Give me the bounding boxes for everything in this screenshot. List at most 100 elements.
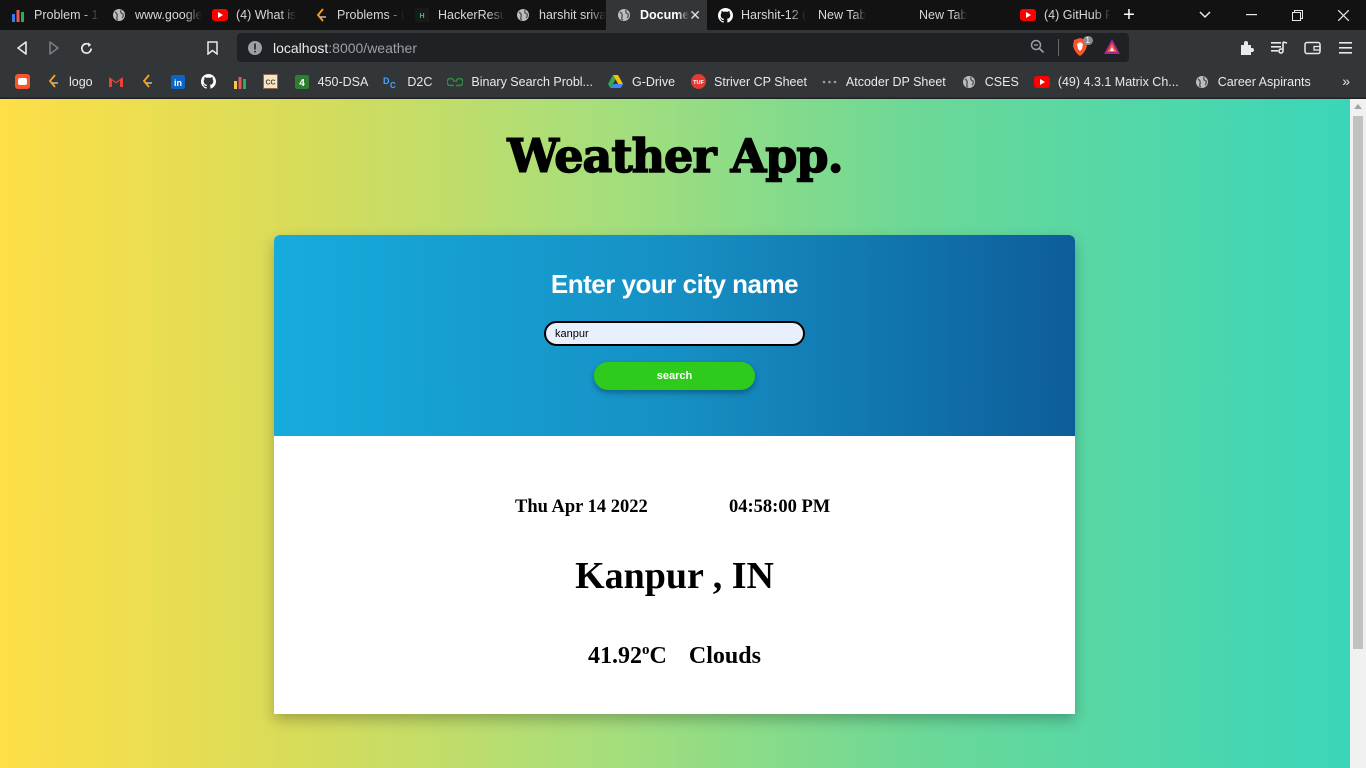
zoom-icon[interactable] xyxy=(1030,39,1045,59)
new-tab-button[interactable]: + xyxy=(1111,0,1147,30)
bookmark-item[interactable]: Atcoder DP Sheet xyxy=(822,74,946,90)
shields-count-badge: 1 xyxy=(1082,36,1093,45)
tab-strip: Problem - 1 www.google (4) What is Problems… xyxy=(0,0,1366,30)
page-title: Weather App. xyxy=(507,128,845,184)
svg-text:C: C xyxy=(390,81,396,89)
browser-tab[interactable]: Problems - I xyxy=(303,0,404,30)
bookmark-item[interactable]: (49) 4.3.1 Matrix Ch... xyxy=(1033,74,1179,90)
bookmark-item[interactable]: Career Aspirants xyxy=(1194,74,1311,90)
temperature-value: 41.92 xyxy=(588,643,643,669)
url-host: localhost xyxy=(273,39,329,56)
bookmark-label: Career Aspirants xyxy=(1217,74,1311,89)
forward-icon[interactable] xyxy=(38,32,70,64)
youtube-icon xyxy=(1033,74,1050,90)
browser-tab[interactable]: (4) GitHub F xyxy=(1010,0,1111,30)
bookmark-item[interactable]: logo xyxy=(45,74,93,90)
wallet-icon[interactable] xyxy=(1296,30,1329,66)
browser-tab[interactable]: harshit sriva xyxy=(505,0,606,30)
weather-condition: Clouds xyxy=(688,643,761,669)
bookmark-item[interactable]: in xyxy=(170,74,186,90)
close-tab-icon[interactable]: ✕ xyxy=(689,7,701,24)
city-input[interactable] xyxy=(544,321,805,346)
tab-title: (4) GitHub F xyxy=(1044,8,1111,22)
browser-toolbar: localhost:8000/weather 1 xyxy=(0,30,1366,66)
browser-tab[interactable]: Docume ✕ xyxy=(606,0,707,30)
bookmark-item[interactable]: D C D2C xyxy=(383,74,432,90)
restore-icon[interactable] xyxy=(1274,0,1320,30)
address-bar[interactable]: localhost:8000/weather 1 xyxy=(237,33,1129,62)
svg-text:4: 4 xyxy=(299,78,305,89)
svg-text:H: H xyxy=(419,13,424,20)
bookmark-item[interactable] xyxy=(108,74,124,90)
browser-tab[interactable]: Harshit-12 ( xyxy=(707,0,808,30)
tuf-icon: TUF xyxy=(690,74,706,90)
menu-icon[interactable] xyxy=(1329,30,1362,66)
bookmark-item[interactable]: Binary Search Probl... xyxy=(447,74,593,90)
search-button[interactable]: search xyxy=(594,362,755,390)
bookmark-item[interactable] xyxy=(201,74,217,90)
bar-chart-icon xyxy=(10,7,26,23)
globe-icon xyxy=(961,74,977,90)
tabs-container: Problem - 1 www.google (4) What is Problems… xyxy=(0,0,1111,30)
omnibox-divider xyxy=(1058,39,1059,56)
globe-icon xyxy=(1194,74,1210,90)
codechef-icon: CC xyxy=(263,74,279,90)
bookmark-item[interactable]: G-Drive xyxy=(608,74,675,90)
tab-title: New Tab xyxy=(818,8,867,22)
browser-tab[interactable]: Problem - 1 xyxy=(0,0,101,30)
city-location: Kanpur , IN xyxy=(575,555,774,597)
toolbar-actions xyxy=(1230,30,1366,66)
scrollbar-thumb[interactable] xyxy=(1353,116,1363,649)
brave-rewards-icon[interactable] xyxy=(1103,38,1121,61)
bookmark-item[interactable] xyxy=(232,74,248,90)
degree-symbol: o xyxy=(642,642,650,658)
browser-tab[interactable]: New Tab xyxy=(909,0,1010,30)
browser-tab[interactable]: H HackerResu xyxy=(404,0,505,30)
minimize-icon[interactable] xyxy=(1228,0,1274,30)
bookmark-label: Binary Search Probl... xyxy=(471,74,593,89)
tab-title: New Tab xyxy=(919,8,968,22)
back-icon[interactable] xyxy=(6,32,38,64)
tab-title: (4) What is xyxy=(236,8,297,22)
tab-search-icon[interactable] xyxy=(1182,0,1228,30)
github-icon xyxy=(201,74,217,90)
bookmark-item[interactable]: 4 450-DSA xyxy=(294,74,368,90)
browser-tab[interactable]: (4) What is xyxy=(202,0,303,30)
bookmark-label: Atcoder DP Sheet xyxy=(845,74,946,89)
hackerrank-icon: H xyxy=(414,7,430,23)
browser-tab[interactable]: New Tab xyxy=(808,0,909,30)
close-window-icon[interactable] xyxy=(1320,0,1366,30)
bookmark-item[interactable] xyxy=(139,74,155,90)
bookmark-item[interactable]: CC xyxy=(263,74,279,90)
browser-tab[interactable]: www.google xyxy=(101,0,202,30)
extensions-icon[interactable] xyxy=(1230,30,1263,66)
window-controls xyxy=(1182,0,1366,30)
youtube-icon xyxy=(1020,7,1036,23)
bookmark-label: Striver CP Sheet xyxy=(714,74,807,89)
leetcode-icon xyxy=(139,74,155,90)
page-scrollbar[interactable] xyxy=(1350,99,1366,768)
d2c-icon: DC xyxy=(383,74,399,90)
globe-icon xyxy=(515,7,531,23)
bookmarks-overflow-icon[interactable]: » xyxy=(1342,73,1350,89)
address-url: localhost:8000/weather xyxy=(273,40,417,56)
bookmark-icon[interactable] xyxy=(196,32,228,64)
dots-icon xyxy=(822,74,838,90)
tab-title: harshit sriva xyxy=(539,8,606,22)
playlist-icon[interactable] xyxy=(1263,30,1296,66)
leetcode-icon xyxy=(313,7,329,23)
tab-title: Docume xyxy=(640,8,690,22)
search-heading: Enter your city name xyxy=(550,269,799,299)
linkedin-icon: in xyxy=(170,74,186,90)
bookmark-item[interactable]: TUF Striver CP Sheet xyxy=(690,74,807,90)
drive-icon xyxy=(608,74,624,90)
page-viewport: Weather App. Enter your city name search… xyxy=(0,99,1350,768)
svg-text:D: D xyxy=(383,76,390,86)
tab-title: www.google xyxy=(135,8,202,22)
reload-icon[interactable] xyxy=(70,32,102,64)
bookmark-item[interactable]: CSES xyxy=(961,74,1019,90)
bookmark-item[interactable] xyxy=(14,74,30,90)
four-icon: 4 xyxy=(294,74,310,90)
scroll-up-icon[interactable] xyxy=(1354,104,1362,109)
site-info-icon[interactable] xyxy=(247,40,263,56)
